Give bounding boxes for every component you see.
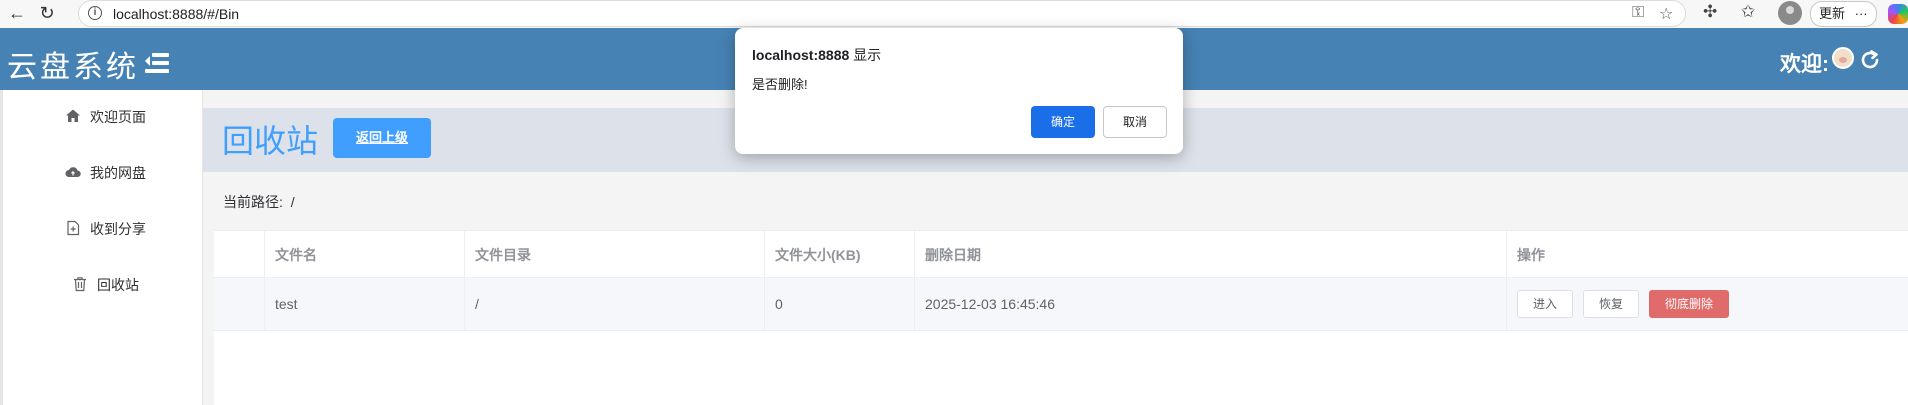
document-add-icon [67,220,80,236]
back-arrow-icon[interactable]: ← [4,1,30,27]
address-url[interactable]: localhost:8888/#/Bin [113,6,239,22]
address-bar[interactable]: i localhost:8888/#/Bin ⚿ ☆ [78,0,1686,27]
extensions-icon[interactable]: ✣ [1703,2,1717,22]
sidebar-item-welcome[interactable]: 欢迎页面 [3,90,203,146]
permanent-delete-button[interactable]: 彻底删除 [1649,290,1729,318]
sidebar: 欢迎页面 我的网盘 收到分享 回收站 [0,90,203,405]
dialog-title: localhost:8888 显示 [752,45,881,65]
dialog-confirm-button[interactable]: 确定 [1031,106,1095,138]
favorite-star-icon[interactable]: ☆ [1659,4,1673,24]
back-to-parent-button[interactable]: 返回上级 [333,118,431,158]
trash-icon [74,277,86,292]
key-icon[interactable]: ⚿ [1632,4,1644,22]
column-header-name[interactable]: 文件名 [264,231,464,279]
row-selection-cell [214,278,264,330]
enter-button[interactable]: 进入 [1517,290,1573,318]
actions-cell: 进入 恢复 彻底删除 [1506,278,1908,330]
menu-fold-icon[interactable] [145,53,169,73]
dialog-message: 是否删除! [752,77,808,92]
sidebar-item-recycle-bin[interactable]: 回收站 [3,258,203,314]
sidebar-item-my-disk[interactable]: 我的网盘 [3,146,203,202]
user-avatar[interactable] [1832,47,1854,69]
app-logo: 云盘系统 [7,50,139,85]
more-icon[interactable]: ··· [1855,6,1868,21]
reload-icon[interactable]: ↻ [34,1,60,27]
table-header: 文件名 文件目录 文件大小(KB) 删除日期 操作 [214,230,1908,279]
column-header-size[interactable]: 文件大小(KB) [764,231,914,279]
column-header-actions: 操作 [1506,231,1908,279]
home-icon [66,109,80,122]
browser-update-button[interactable]: 更新 ··· [1810,1,1877,27]
sidebar-item-label: 回收站 [97,277,139,293]
page-title: 回收站 [222,123,319,159]
site-info-icon[interactable]: i [88,6,102,20]
table-row[interactable]: test / 0 2025-12-03 16:45:46 进入 恢复 彻底删除 [214,278,1908,331]
favorites-icon[interactable]: ✩ [1741,2,1755,22]
selection-column-header [214,231,264,279]
sidebar-item-received-shares[interactable]: 收到分享 [3,202,203,258]
deleted-date-cell: 2025-12-03 16:45:46 [914,278,1506,330]
browser-profile-avatar[interactable] [1778,1,1802,25]
path-label: 当前路径: [223,194,283,210]
browser-toolbar: ← ↻ i localhost:8888/#/Bin ⚿ ☆ ✣ ✩ 更新 ··… [0,0,1908,28]
sidebar-item-label: 收到分享 [90,221,146,237]
column-header-directory[interactable]: 文件目录 [464,231,764,279]
sidebar-item-label: 欢迎页面 [90,109,146,125]
column-header-deleted-date[interactable]: 删除日期 [914,231,1506,279]
restore-button[interactable]: 恢复 [1583,290,1639,318]
confirm-dialog: localhost:8888 显示 是否删除! 确定 取消 [735,28,1183,154]
file-directory-cell: / [464,278,764,330]
update-label: 更新 [1819,6,1846,21]
cloud-icon [65,167,81,177]
dialog-title-suffix: 显示 [853,47,882,63]
copilot-icon[interactable] [1888,4,1908,24]
dialog-cancel-button[interactable]: 取消 [1103,106,1167,138]
recycle-bin-table: 文件名 文件目录 文件大小(KB) 删除日期 操作 test / 0 2025-… [214,230,1908,405]
file-size-cell: 0 [764,278,914,330]
refresh-icon[interactable] [1858,48,1882,72]
dialog-title-host: localhost:8888 [752,47,850,63]
sidebar-item-label: 我的网盘 [90,165,146,181]
welcome-text: 欢迎: [1780,53,1829,76]
current-path: 当前路径: / [223,192,295,212]
path-value: / [290,194,295,210]
file-name-cell: test [264,278,464,330]
